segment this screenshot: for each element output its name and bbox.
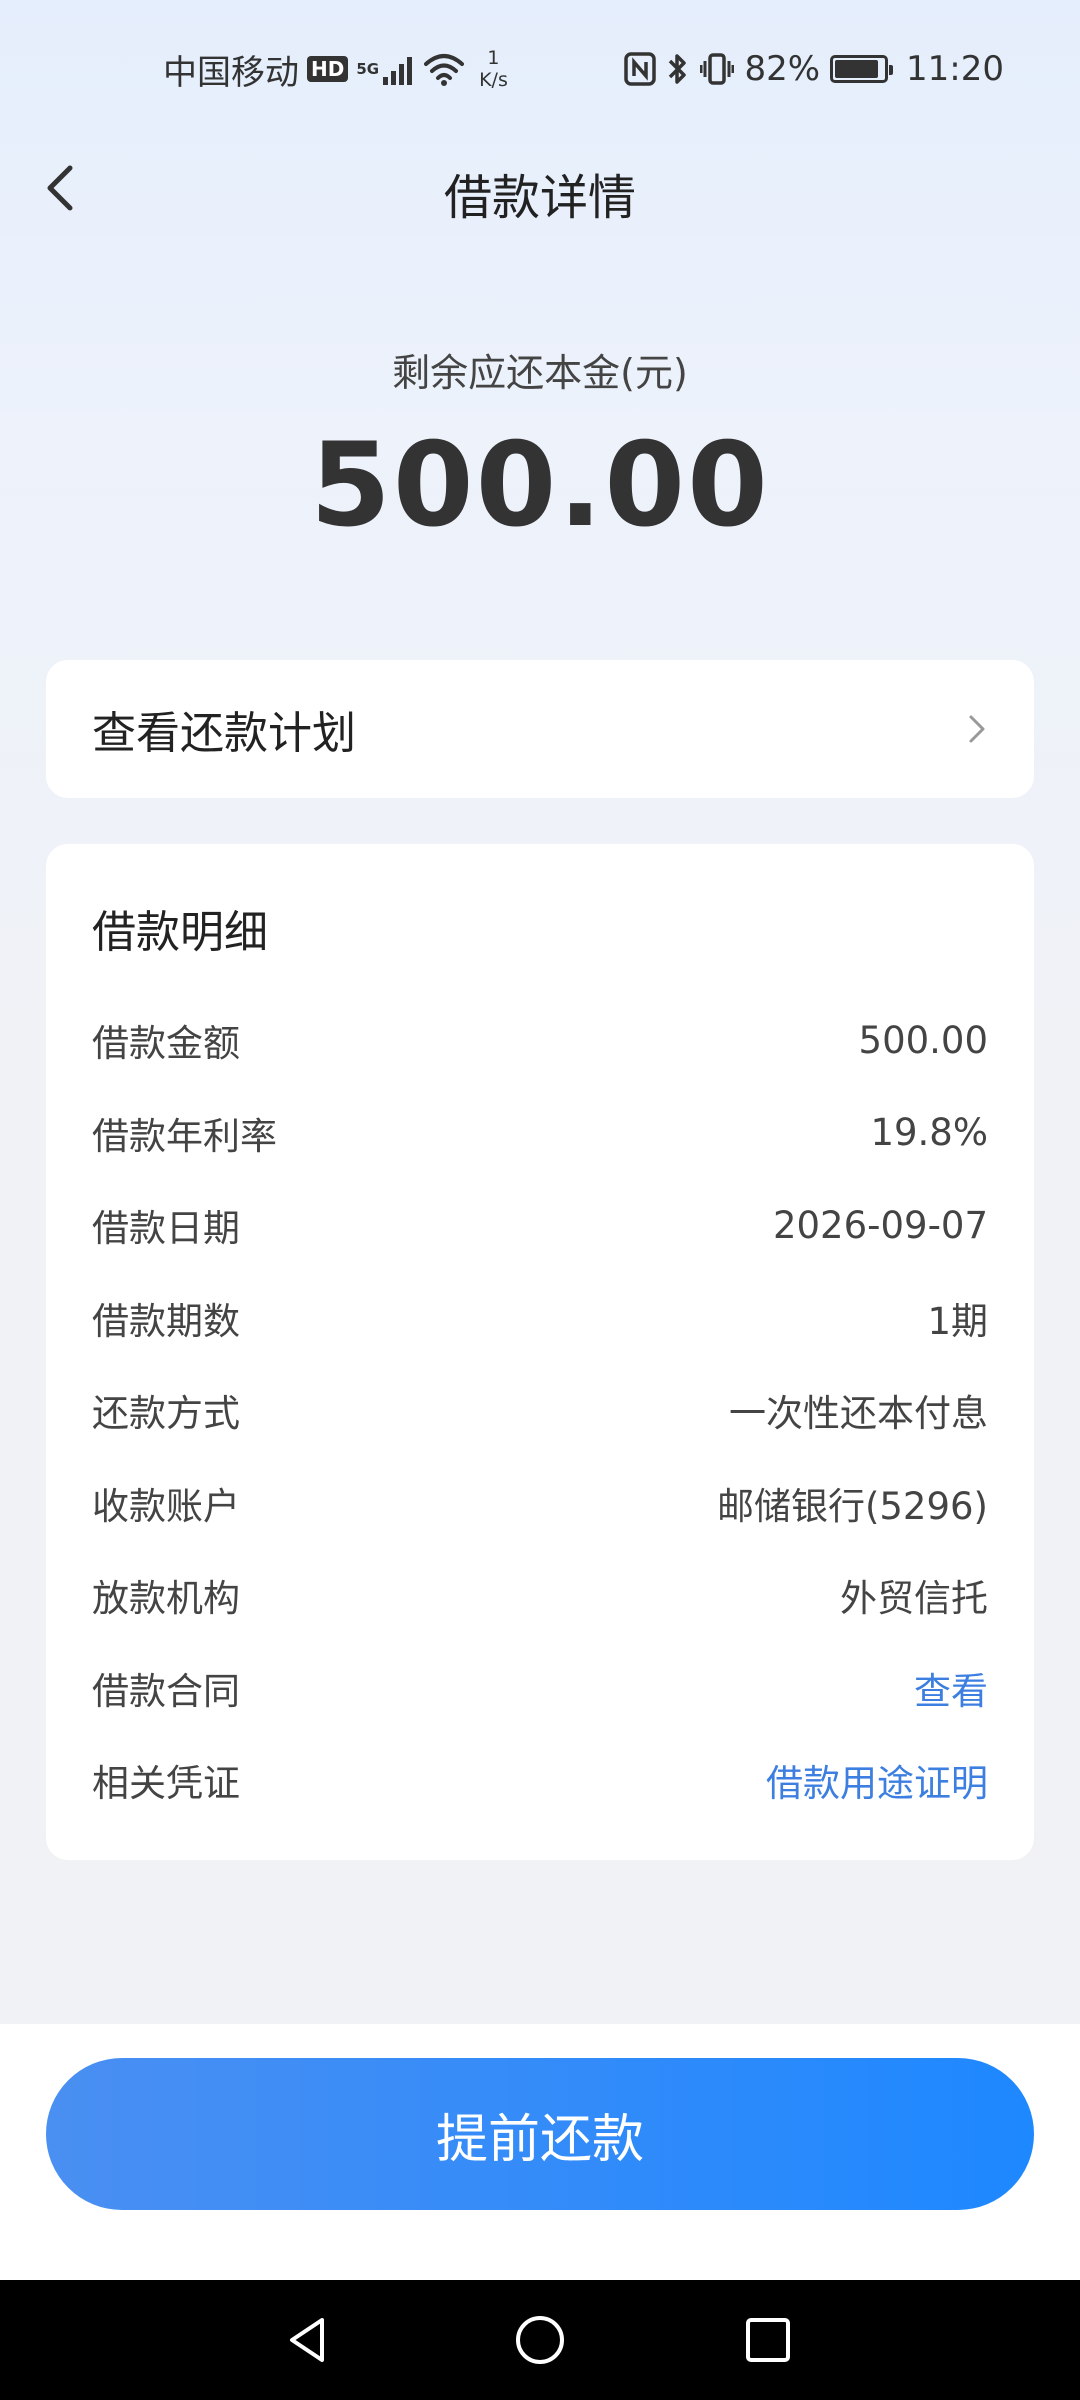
battery-icon: [830, 55, 894, 83]
vibrate-icon: [700, 53, 735, 85]
status-bar: 中国移动 HD 5G 1 K/s 82% 11:20: [0, 0, 1080, 138]
detail-label: 借款合同: [92, 1669, 240, 1713]
detail-row-loan-amount: 借款金额 500.00: [92, 994, 988, 1087]
network-type: 5G: [356, 60, 380, 78]
repayment-plan-row[interactable]: 查看还款计划: [46, 660, 1034, 798]
status-right: 82% 11:20: [614, 49, 1004, 89]
detail-value: 500.00: [858, 1018, 988, 1062]
detail-value: 2026-09-07: [772, 1203, 988, 1247]
carrier-name: 中国移动: [163, 52, 299, 93]
nfc-icon: [624, 52, 657, 86]
balance-label: 剩余应还本金(元): [392, 351, 688, 395]
clock: 11:20: [906, 49, 1004, 89]
speed-unit: K/s: [479, 69, 508, 91]
nav-bar: 借款详情: [0, 138, 1080, 238]
detail-row-receiving-account: 收款账户 邮储银行(5296): [92, 1457, 988, 1550]
detail-label: 借款金额: [92, 1022, 240, 1066]
detail-label: 收款账户: [92, 1484, 240, 1528]
detail-value: 外贸信托: [840, 1577, 988, 1621]
page-title: 借款详情: [443, 170, 636, 226]
detail-label: 相关凭证: [92, 1762, 240, 1806]
bluetooth-icon: [669, 54, 687, 84]
bottom-action-bar: 提前还款: [0, 2024, 1080, 2280]
system-back-icon[interactable]: [278, 2310, 338, 2370]
detail-row-annual-rate: 借款年利率 19.8%: [92, 1087, 988, 1180]
detail-value: 邮储银行(5296): [716, 1484, 988, 1528]
loan-details-card: 借款明细 借款金额 500.00 借款年利率 19.8% 借款日期 2026-0…: [46, 844, 1034, 1860]
network-speed: 1 K/s: [479, 47, 508, 91]
detail-label: 借款年利率: [92, 1114, 277, 1158]
detail-row-contract: 借款合同 查看: [92, 1642, 988, 1735]
detail-label: 借款期数: [92, 1299, 240, 1343]
speed-value: 1: [487, 47, 500, 69]
system-nav-bar: [0, 2280, 1080, 2400]
battery-percent: 82%: [744, 49, 821, 89]
detail-label: 还款方式: [92, 1392, 240, 1436]
detail-value: 19.8%: [870, 1111, 988, 1155]
loan-details-title: 借款明细: [92, 907, 268, 958]
signal-bars-icon: [383, 53, 415, 85]
detail-row-repayment-method: 还款方式 一次性还本付息: [92, 1364, 988, 1457]
detail-row-installments: 借款期数 1期: [92, 1272, 988, 1365]
detail-value: 一次性还本付息: [729, 1392, 988, 1436]
view-contract-link[interactable]: 查看: [914, 1661, 988, 1715]
detail-row-lender: 放款机构 外贸信托: [92, 1549, 988, 1642]
chevron-right-icon: [969, 715, 985, 743]
detail-label: 借款日期: [92, 1207, 240, 1251]
detail-row-vouchers: 相关凭证 借款用途证明: [92, 1734, 988, 1827]
balance-amount: 500.00: [310, 418, 770, 553]
cellular-signal-icon: 5G: [356, 61, 379, 77]
system-recent-apps-icon[interactable]: [738, 2310, 798, 2370]
detail-value: 1期: [927, 1299, 988, 1343]
detail-row-loan-date: 借款日期 2026-09-07: [92, 1179, 988, 1272]
repayment-plan-label: 查看还款计划: [92, 708, 356, 759]
status-left: 中国移动 HD 5G 1 K/s: [163, 45, 516, 94]
hd-icon: HD: [307, 56, 349, 82]
system-home-icon[interactable]: [510, 2310, 570, 2370]
detail-label: 放款机构: [92, 1577, 240, 1621]
loan-purpose-proof-link[interactable]: 借款用途证明: [766, 1753, 988, 1807]
prepay-button[interactable]: 提前还款: [46, 2058, 1034, 2210]
wifi-icon: [424, 54, 465, 86]
